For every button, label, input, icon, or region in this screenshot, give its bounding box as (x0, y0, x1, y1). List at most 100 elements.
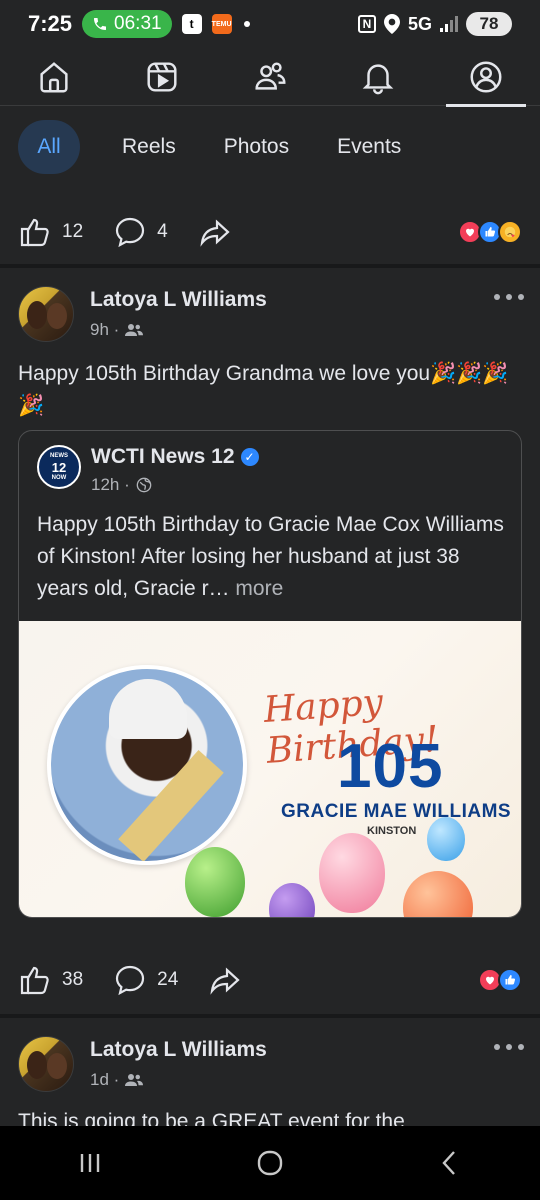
video-icon (147, 61, 177, 92)
feed-divider (0, 264, 540, 268)
profile-icon (470, 61, 502, 92)
back-button[interactable] (410, 1133, 490, 1193)
prev-post-actions: 12 4 (0, 207, 540, 257)
verified-badge-icon: ✓ (240, 448, 259, 466)
recent-apps-button[interactable] (50, 1133, 130, 1193)
location-icon (383, 14, 400, 34)
shared-page-name[interactable]: WCTI News 12 (91, 445, 235, 469)
post-header: Latoya L Williams 9h · (18, 286, 267, 342)
home-circle-icon (257, 1150, 283, 1176)
status-bar: 7:25 06:31 t TEMU N 5G 78 (0, 0, 540, 48)
recent-apps-icon (80, 1154, 100, 1172)
phone-icon (94, 18, 107, 30)
nav-friends[interactable] (230, 48, 310, 106)
shared-meta: 12h · (91, 475, 259, 495)
nav-video[interactable] (122, 48, 202, 106)
call-timer: 06:31 (114, 13, 162, 34)
like-icon (20, 966, 49, 995)
comment-count: 24 (157, 969, 179, 990)
tab-events[interactable]: Events (319, 120, 419, 174)
bell-icon (362, 63, 394, 94)
like-button[interactable]: 12 (18, 215, 83, 249)
shared-text-block: Happy 105th Birthday to Gracie Mae Cox W… (37, 509, 507, 605)
filter-tabs: All Reels Photos Events (18, 120, 419, 174)
birthday-image[interactable]: Happy Birthday! 105 GRACIE MAE WILLIAMS … (19, 621, 521, 917)
nav-notifications[interactable] (338, 48, 418, 106)
portrait-photo (47, 665, 247, 865)
like-button[interactable]: 38 (18, 963, 83, 997)
system-nav-bar (0, 1126, 540, 1200)
status-right: N 5G 78 (357, 12, 512, 36)
reaction-summary[interactable] (458, 220, 522, 244)
post-author[interactable]: Latoya L Williams (90, 288, 267, 312)
avatar[interactable] (18, 286, 74, 342)
avatar[interactable] (18, 1036, 74, 1092)
shared-post-card[interactable]: NEWS 12 NOW WCTI News 12 ✓ 12h · Happy 1… (18, 430, 522, 918)
see-more-link[interactable]: more (230, 577, 283, 600)
comment-icon (116, 965, 145, 996)
logo-mid-text: 12 (51, 459, 67, 475)
signal-icon (440, 16, 458, 32)
tab-reels[interactable]: Reels (104, 120, 194, 174)
comment-icon (116, 217, 145, 248)
balloon-pink (319, 833, 385, 913)
post-header: Latoya L Williams 1d · (18, 1036, 267, 1092)
feed-divider (0, 1014, 540, 1018)
share-icon (210, 967, 240, 995)
battery-icon: 78 (466, 12, 512, 36)
share-button[interactable] (208, 963, 242, 997)
post-text: Happy 105th Birthday Grandma we love you… (18, 362, 509, 417)
post-meta: 9h · (90, 320, 267, 340)
like-icon (20, 218, 49, 247)
honoree-name: GRACIE MAE WILLIAMS (281, 801, 512, 822)
shared-time: 12h · (91, 475, 130, 494)
page-avatar[interactable]: NEWS 12 NOW (37, 445, 81, 489)
share-icon (200, 219, 230, 247)
friends-audience-icon (125, 1074, 144, 1086)
friends-audience-icon (125, 324, 144, 336)
age-text: 105 (337, 732, 444, 801)
balloon-blue (427, 817, 465, 861)
more-options-button[interactable] (494, 292, 524, 302)
nav-home[interactable] (14, 48, 94, 106)
comment-button[interactable]: 24 (113, 963, 178, 997)
home-icon (40, 61, 68, 92)
like-reaction-icon (498, 968, 522, 992)
notification-dot-icon (243, 21, 250, 27)
comment-count: 4 (157, 221, 168, 242)
status-time: 7:25 (28, 11, 73, 36)
balloon-purple (269, 883, 315, 917)
friends-icon (255, 61, 286, 90)
post-actions: 38 24 (0, 955, 540, 1005)
home-button[interactable] (230, 1133, 310, 1193)
temu-icon: TEMU (211, 14, 232, 34)
tab-photos[interactable]: Photos (206, 120, 307, 174)
post-meta: 1d · (90, 1070, 267, 1090)
call-pill[interactable]: 06:31 (82, 10, 172, 38)
globe-icon (136, 477, 152, 493)
more-options-button[interactable] (494, 1042, 524, 1052)
balloon-orange (403, 871, 473, 917)
comment-button[interactable]: 4 (113, 215, 168, 249)
care-reaction-icon (498, 220, 522, 244)
back-icon (442, 1151, 455, 1175)
post-time: 9h · (90, 320, 120, 339)
post-author[interactable]: Latoya L Williams (90, 1038, 267, 1062)
like-count: 12 (62, 221, 84, 242)
nfc-icon: N (357, 15, 376, 33)
shared-page-name-row: WCTI News 12 ✓ (91, 445, 259, 469)
shared-header: NEWS 12 NOW WCTI News 12 ✓ 12h · (37, 445, 259, 495)
logo-bot-text: NOW (51, 474, 67, 481)
tab-all[interactable]: All (18, 120, 80, 174)
battery-level: 78 (479, 14, 499, 33)
nav-profile[interactable] (446, 48, 526, 107)
balloon-green (185, 847, 245, 917)
reaction-summary[interactable] (478, 968, 522, 992)
share-button[interactable] (198, 215, 232, 249)
like-count: 38 (62, 969, 84, 990)
top-nav (0, 48, 540, 107)
network-label: 5G (407, 13, 432, 34)
honoree-city: KINSTON (367, 825, 417, 837)
tiktok-icon: t (181, 14, 202, 34)
post-time: 1d · (90, 1070, 120, 1089)
